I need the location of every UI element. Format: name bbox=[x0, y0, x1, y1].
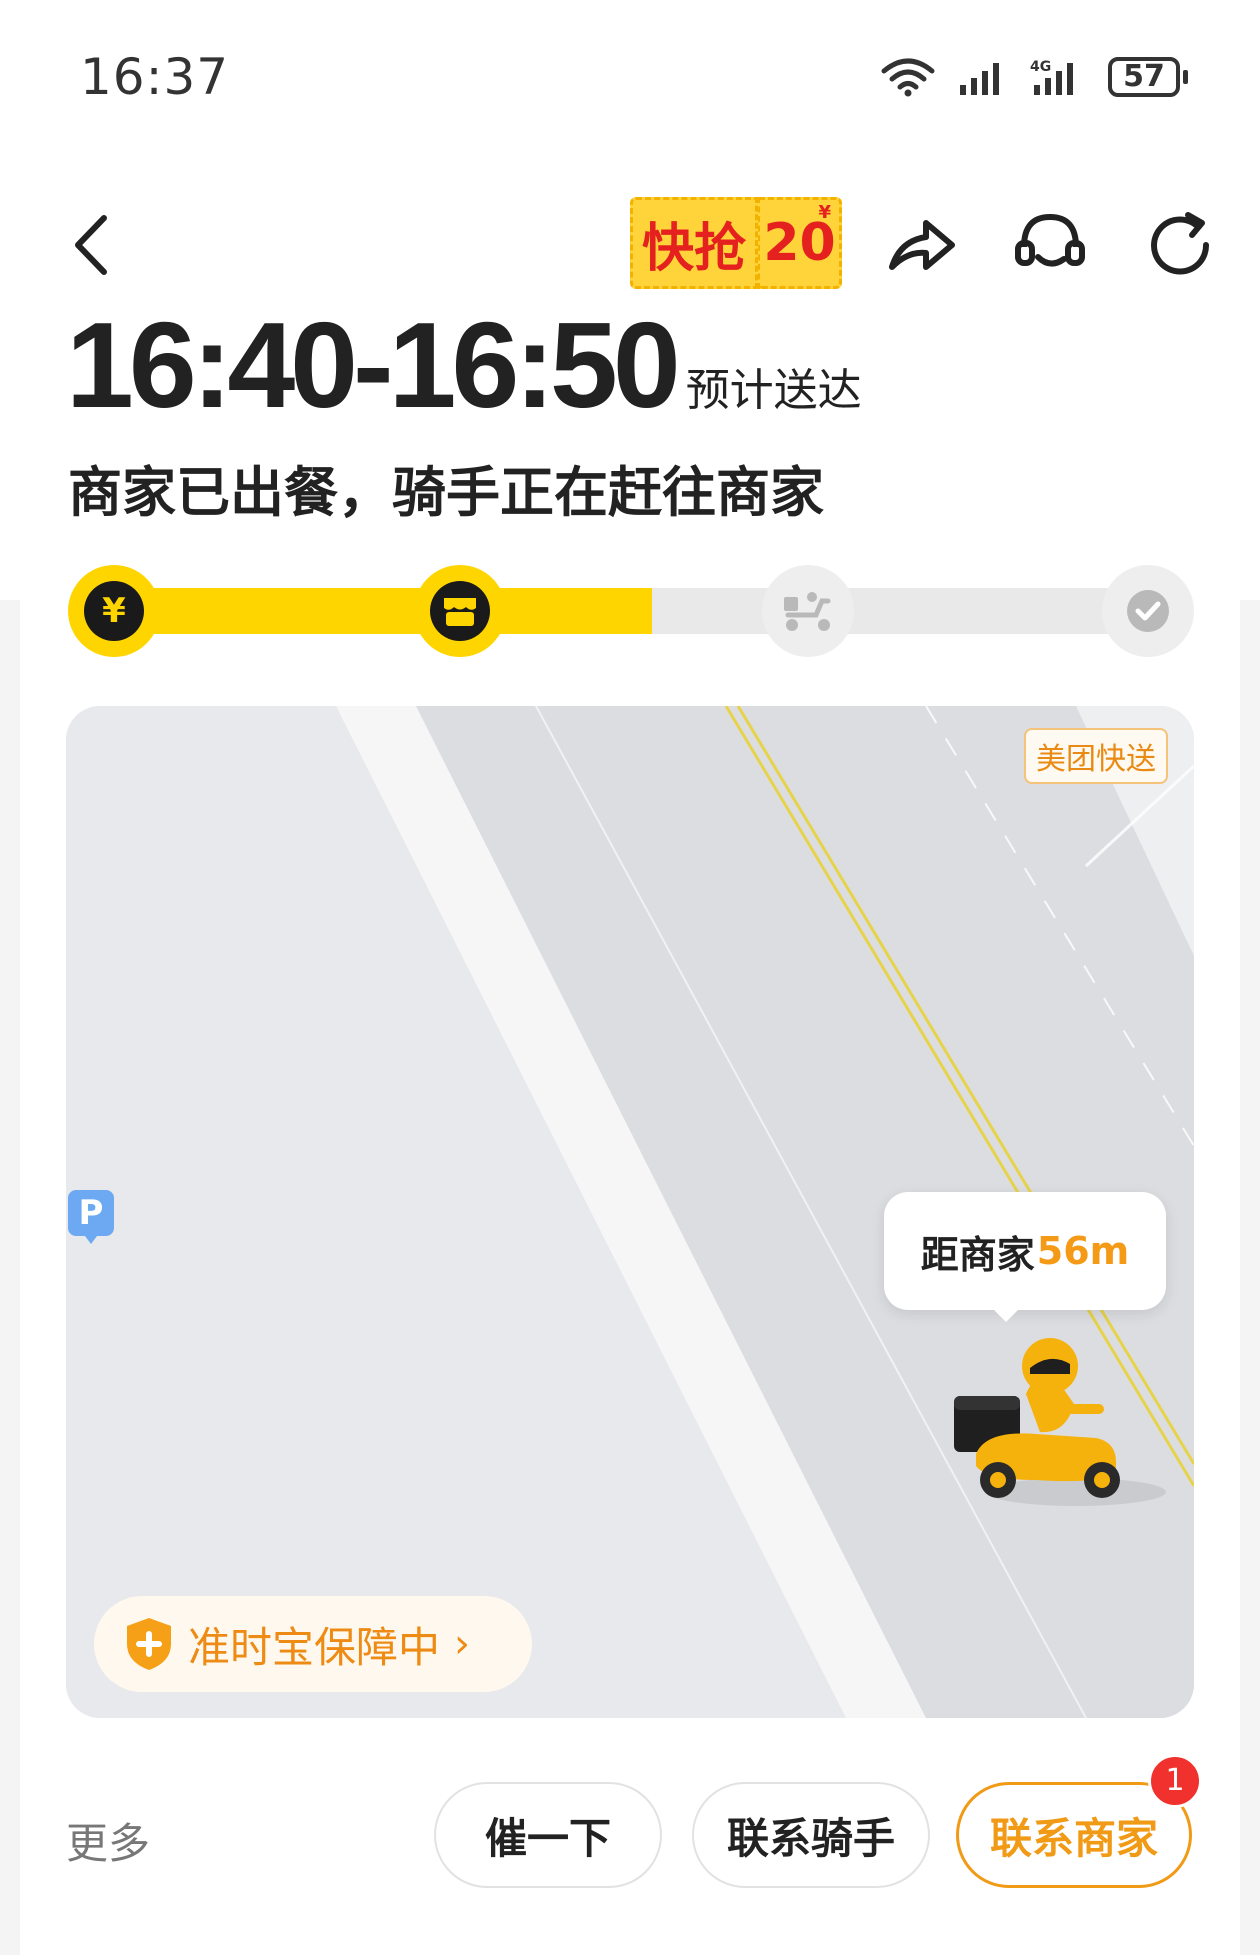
more-button[interactable]: 更多 bbox=[66, 1810, 150, 1871]
distance-prefix: 距商家 bbox=[920, 1232, 1035, 1277]
meituan-express-tag: 美团快送 bbox=[1024, 728, 1168, 784]
battery-indicator: 57 bbox=[1108, 57, 1188, 97]
insurance-shield-icon bbox=[127, 1618, 171, 1670]
eta-time-range: 16:40-16:50 bbox=[66, 297, 681, 433]
store-icon bbox=[444, 598, 476, 626]
unread-badge: 1 bbox=[1148, 1754, 1202, 1808]
card-right-edge bbox=[1240, 600, 1260, 1955]
flash-grab-coupon[interactable]: 快抢 20 ¥ bbox=[630, 197, 842, 289]
wifi-icon bbox=[881, 58, 935, 97]
status-time: 16:37 bbox=[80, 48, 230, 106]
chevron-right-icon: › bbox=[454, 1621, 471, 1667]
promo-amount-box: 20 ¥ bbox=[758, 197, 842, 289]
order-status-text: 商家已出餐，骑手正在赶往商家 bbox=[68, 461, 824, 524]
back-arrow-icon[interactable] bbox=[68, 210, 114, 280]
refresh-icon[interactable] bbox=[1140, 205, 1220, 285]
signal-icon bbox=[960, 63, 999, 95]
insurance-label: 准时宝保障中 bbox=[188, 1622, 441, 1672]
check-shield-icon bbox=[1127, 590, 1169, 632]
customer-service-icon[interactable] bbox=[1010, 205, 1090, 285]
card-left-edge bbox=[0, 600, 20, 1955]
progress-step-merchant bbox=[414, 565, 506, 657]
delivery-map[interactable]: 美团快送 P 距商家 56m 准时宝保障中 › bbox=[66, 706, 1194, 1718]
signal-4g-icon: 4G bbox=[1030, 59, 1073, 95]
distance-value: 56m bbox=[1036, 1229, 1130, 1273]
promo-label: 快抢 bbox=[630, 197, 758, 289]
progress-step-paid: ¥ bbox=[68, 565, 160, 657]
share-icon[interactable] bbox=[882, 205, 962, 285]
promo-currency: ¥ bbox=[818, 202, 831, 223]
yen-icon: ¥ bbox=[102, 591, 126, 631]
status-icons: 4G 57 bbox=[880, 52, 1188, 102]
eta-label: 预计送达 bbox=[685, 365, 862, 416]
distance-bubble: 距商家 56m bbox=[884, 1192, 1166, 1322]
contact-rider-button[interactable]: 联系骑手 bbox=[692, 1782, 930, 1888]
urge-button[interactable]: 催一下 bbox=[434, 1782, 662, 1888]
scooter-icon bbox=[784, 592, 831, 631]
parking-icon[interactable]: P bbox=[68, 1190, 114, 1244]
svg-text:4G: 4G bbox=[1030, 59, 1051, 75]
on-time-insurance-pill[interactable]: 准时宝保障中 › bbox=[94, 1596, 532, 1692]
progress-step-delivering bbox=[762, 565, 854, 657]
progress-step-delivered bbox=[1102, 565, 1194, 657]
rider-scooter-icon[interactable] bbox=[946, 1334, 1186, 1514]
eta-block: 16:40-16:50 预计送达 bbox=[66, 300, 862, 430]
